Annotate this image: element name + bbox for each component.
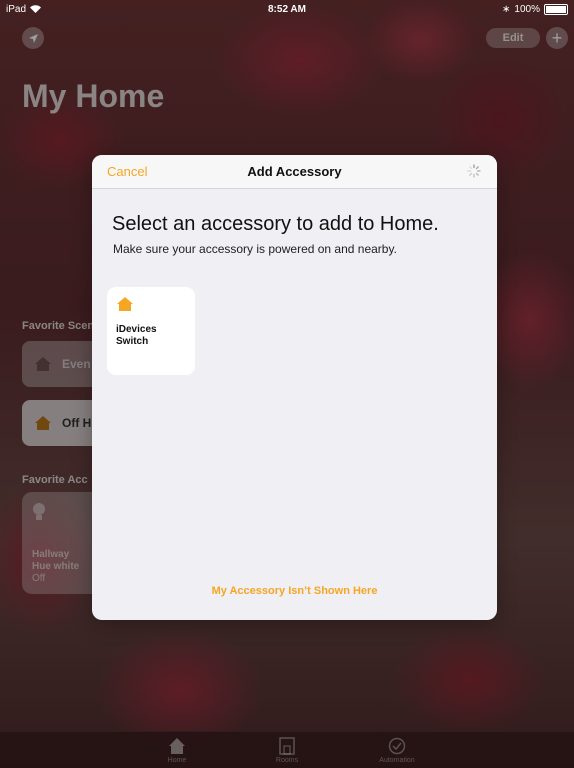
home-screen: iPad 8:52 AM ∗ 100% Edit + My Home Favor… <box>0 0 574 768</box>
modal-title: Add Accessory <box>247 164 342 179</box>
battery-icon <box>544 3 568 15</box>
accessory-card-idevices-switch[interactable]: iDevices Switch <box>107 287 195 375</box>
cancel-button[interactable]: Cancel <box>107 164 147 179</box>
modal-subheading: Make sure your accessory is powered on a… <box>113 242 397 256</box>
house-icon <box>117 297 133 311</box>
status-bar: iPad 8:52 AM ∗ 100% <box>0 0 574 18</box>
status-time: 8:52 AM <box>268 3 306 15</box>
spinner-icon <box>467 164 481 178</box>
accessory-not-shown-link[interactable]: My Accessory Isn’t Shown Here <box>92 585 497 597</box>
add-accessory-modal: Cancel Add Accessory Select an accessory… <box>92 155 497 620</box>
accessory-name: iDevices Switch <box>116 324 157 347</box>
modal-heading: Select an accessory to add to Home. <box>112 213 439 235</box>
modal-header: Cancel Add Accessory <box>92 155 497 189</box>
